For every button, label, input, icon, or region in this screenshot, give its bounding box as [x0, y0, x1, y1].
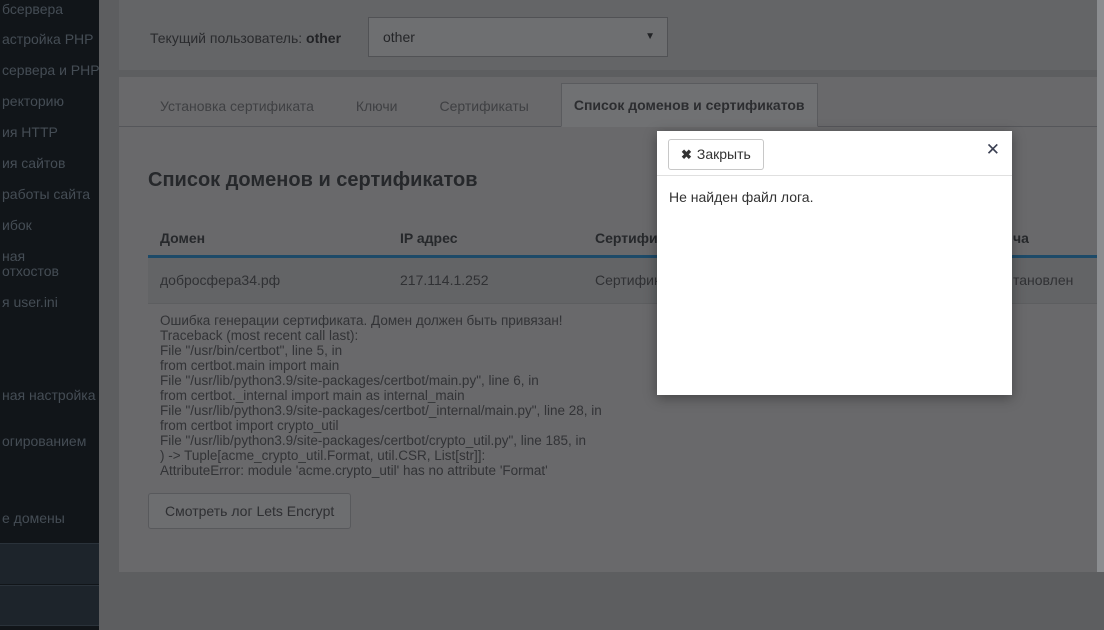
scrollbar[interactable] [1097, 0, 1104, 572]
modal-header: ✖ Закрыть ✕ [657, 131, 1012, 176]
modal-close-button-label: Закрыть [697, 146, 751, 162]
modal-message: Не найден файл лога. [657, 176, 1012, 218]
log-modal: ✖ Закрыть ✕ Не найден файл лога. [657, 131, 1012, 395]
corner-close-icon[interactable]: ✕ [986, 141, 1000, 158]
close-icon: ✖ [681, 147, 692, 162]
modal-close-button[interactable]: ✖ Закрыть [668, 139, 764, 170]
